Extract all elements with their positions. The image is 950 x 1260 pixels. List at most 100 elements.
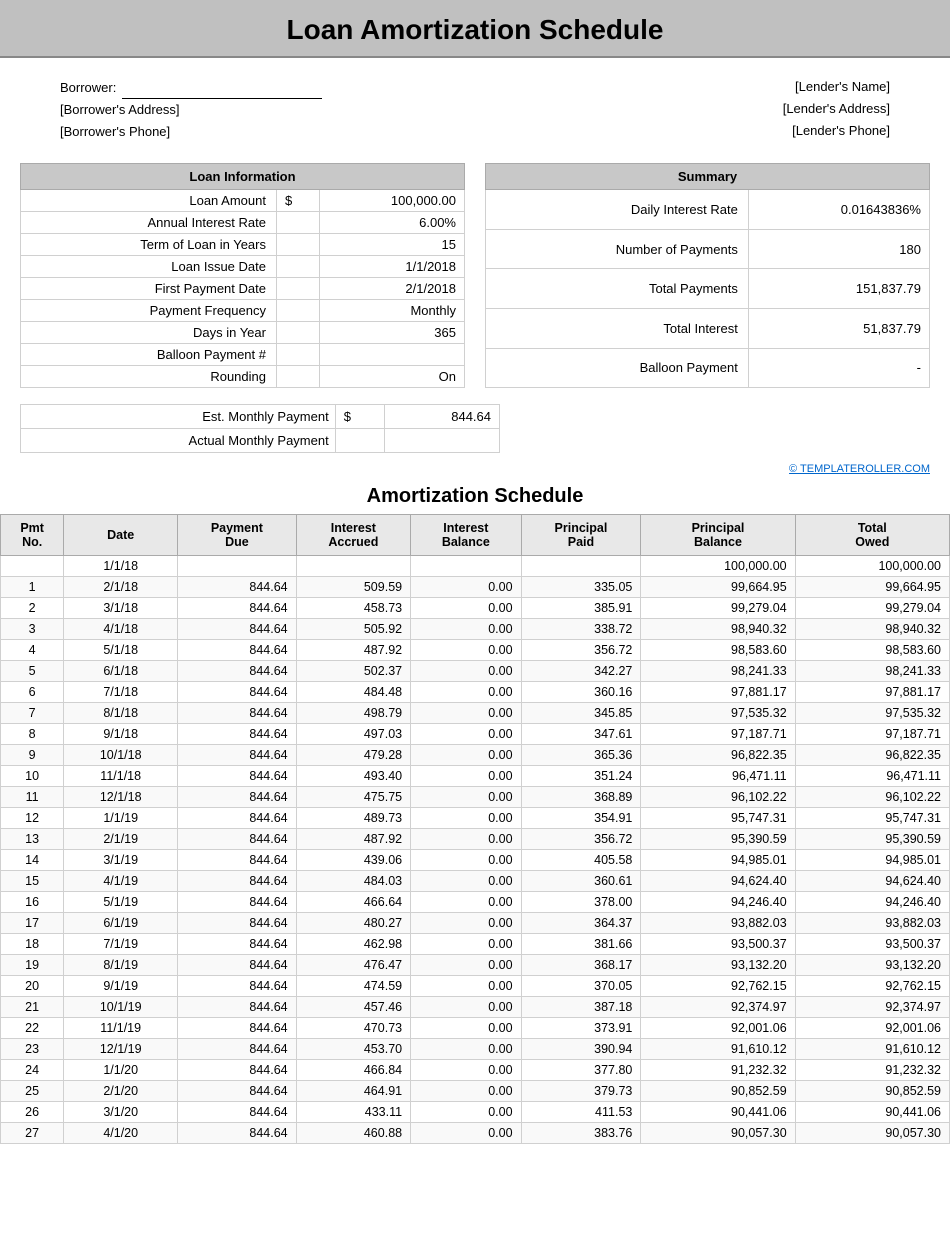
table-row: 198/1/19844.64476.470.00368.1793,132.209… — [1, 955, 950, 976]
table-row: 1112/1/18844.64475.750.00368.8996,102.22… — [1, 787, 950, 808]
table-row: 2110/1/19844.64457.460.00387.1892,374.97… — [1, 997, 950, 1018]
table-cell: 844.64 — [178, 1039, 297, 1060]
loan-info-row-prefix — [276, 278, 319, 300]
table-cell: 470.73 — [296, 1018, 410, 1039]
table-cell: 97,187.71 — [795, 724, 949, 745]
table-cell: 458.73 — [296, 598, 410, 619]
table-cell: 21 — [1, 997, 64, 1018]
table-cell: 387.18 — [521, 997, 641, 1018]
table-cell: 1/1/20 — [64, 1060, 178, 1081]
summary-table: Summary Daily Interest Rate 0.01643836% … — [485, 163, 930, 388]
table-cell: 360.61 — [521, 871, 641, 892]
table-cell: 479.28 — [296, 745, 410, 766]
table-cell: 0.00 — [411, 829, 521, 850]
table-cell: 9/1/18 — [64, 724, 178, 745]
borrower-block: Borrower: [Borrower's Address] [Borrower… — [60, 76, 322, 143]
table-cell: 25 — [1, 1081, 64, 1102]
table-cell: 373.91 — [521, 1018, 641, 1039]
table-cell: 94,624.40 — [641, 871, 795, 892]
table-row: 209/1/19844.64474.590.00370.0592,762.159… — [1, 976, 950, 997]
table-cell: 100,000.00 — [795, 556, 949, 577]
table-cell: 96,822.35 — [795, 745, 949, 766]
table-cell: 91,232.32 — [795, 1060, 949, 1081]
table-cell: 95,390.59 — [641, 829, 795, 850]
summary-row: Daily Interest Rate 0.01643836% — [486, 190, 930, 230]
table-cell: 2/1/18 — [64, 577, 178, 598]
table-cell: 489.73 — [296, 808, 410, 829]
table-row: 154/1/19844.64484.030.00360.6194,624.409… — [1, 871, 950, 892]
est-payment-row: Est. Monthly Payment $ 844.64 — [21, 405, 500, 429]
table-cell: 95,747.31 — [641, 808, 795, 829]
table-cell: 377.80 — [521, 1060, 641, 1081]
table-row: 121/1/19844.64489.730.00354.9195,747.319… — [1, 808, 950, 829]
table-row: 187/1/19844.64462.980.00381.6693,500.379… — [1, 934, 950, 955]
table-cell: 99,664.95 — [641, 577, 795, 598]
table-cell: 0.00 — [411, 745, 521, 766]
table-cell: 12/1/19 — [64, 1039, 178, 1060]
table-cell: 335.05 — [521, 577, 641, 598]
table-cell: 2/1/20 — [64, 1081, 178, 1102]
table-row: 910/1/18844.64479.280.00365.3696,822.359… — [1, 745, 950, 766]
table-cell: 844.64 — [178, 682, 297, 703]
summary-row-label: Number of Payments — [486, 229, 749, 269]
table-row: 34/1/18844.64505.920.00338.7298,940.3298… — [1, 619, 950, 640]
table-cell: 91,232.32 — [641, 1060, 795, 1081]
loan-info-row-prefix — [276, 300, 319, 322]
table-cell: 0.00 — [411, 871, 521, 892]
table-cell: 466.64 — [296, 892, 410, 913]
table-cell: 0.00 — [411, 577, 521, 598]
table-cell: 453.70 — [296, 1039, 410, 1060]
table-cell: 10 — [1, 766, 64, 787]
table-cell: 1/1/18 — [64, 556, 178, 577]
table-cell: 96,471.11 — [795, 766, 949, 787]
header-section: Borrower: [Borrower's Address] [Borrower… — [0, 58, 950, 153]
table-cell: 0.00 — [411, 892, 521, 913]
table-cell: 90,441.06 — [795, 1102, 949, 1123]
table-cell: 464.91 — [296, 1081, 410, 1102]
amort-col-header: PmtNo. — [1, 515, 64, 556]
table-cell: 844.64 — [178, 892, 297, 913]
table-cell: 90,057.30 — [795, 1123, 949, 1144]
table-cell: 498.79 — [296, 703, 410, 724]
payment-table: Est. Monthly Payment $ 844.64 Actual Mon… — [20, 404, 500, 453]
table-cell — [178, 556, 297, 577]
table-cell: 10/1/18 — [64, 745, 178, 766]
table-cell: 844.64 — [178, 766, 297, 787]
table-cell: 92,001.06 — [641, 1018, 795, 1039]
table-row: 45/1/18844.64487.920.00356.7298,583.6098… — [1, 640, 950, 661]
table-cell: 4/1/20 — [64, 1123, 178, 1144]
templateroller-link[interactable]: © TEMPLATEROLLER.COM — [789, 463, 930, 475]
summary-row-label: Total Interest — [486, 309, 749, 349]
loan-info-row-value: 15 — [319, 234, 464, 256]
table-cell: 368.17 — [521, 955, 641, 976]
table-row: 1011/1/18844.64493.400.00351.2496,471.11… — [1, 766, 950, 787]
table-cell: 354.91 — [521, 808, 641, 829]
table-cell: 0.00 — [411, 934, 521, 955]
footer-link[interactable]: © TEMPLATEROLLER.COM — [0, 459, 950, 475]
table-cell: 844.64 — [178, 934, 297, 955]
loan-info-row-value: 100,000.00 — [319, 190, 464, 212]
table-cell: 0.00 — [411, 808, 521, 829]
table-cell: 457.46 — [296, 997, 410, 1018]
table-cell: 0.00 — [411, 850, 521, 871]
table-cell: 0.00 — [411, 682, 521, 703]
table-row: 241/1/20844.64466.840.00377.8091,232.329… — [1, 1060, 950, 1081]
table-cell: 379.73 — [521, 1081, 641, 1102]
table-cell: 5/1/18 — [64, 640, 178, 661]
summary-row: Total Interest 51,837.79 — [486, 309, 930, 349]
table-cell: 0.00 — [411, 724, 521, 745]
table-cell: 405.58 — [521, 850, 641, 871]
table-cell: 15 — [1, 871, 64, 892]
table-cell: 98,241.33 — [641, 661, 795, 682]
table-cell: 95,390.59 — [795, 829, 949, 850]
loan-info-row-value — [319, 344, 464, 366]
loan-info-row-value: On — [319, 366, 464, 388]
payment-section: Est. Monthly Payment $ 844.64 Actual Mon… — [0, 398, 950, 459]
loan-info-row-prefix — [276, 234, 319, 256]
table-cell: 93,882.03 — [641, 913, 795, 934]
amort-col-header: InterestBalance — [411, 515, 521, 556]
actual-payment-row: Actual Monthly Payment — [21, 429, 500, 453]
est-payment-value: 844.64 — [384, 405, 499, 429]
table-cell: 433.11 — [296, 1102, 410, 1123]
table-cell: 844.64 — [178, 913, 297, 934]
